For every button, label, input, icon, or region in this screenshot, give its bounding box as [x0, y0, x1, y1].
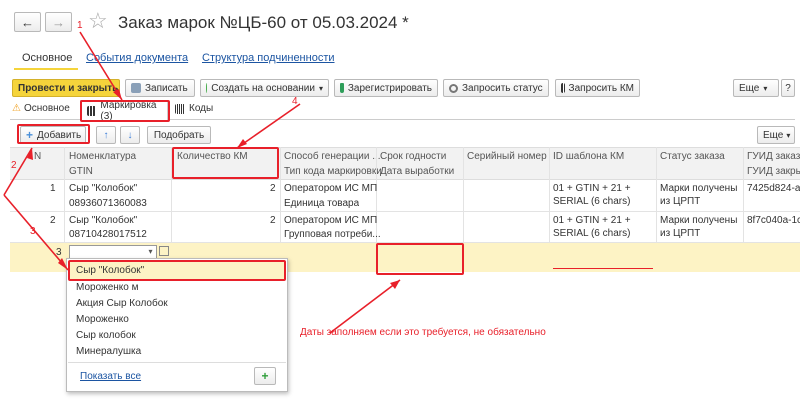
annotation-note: Даты заполняем если это требуется, не об… [300, 327, 546, 338]
annotation-label-2: 2 [11, 160, 17, 171]
annotation-arrows [3, 31, 401, 334]
annotation-label-3: 3 [30, 226, 36, 237]
annotation-label-4: 4 [292, 96, 298, 107]
annotation-label-1: 1 [77, 20, 83, 31]
